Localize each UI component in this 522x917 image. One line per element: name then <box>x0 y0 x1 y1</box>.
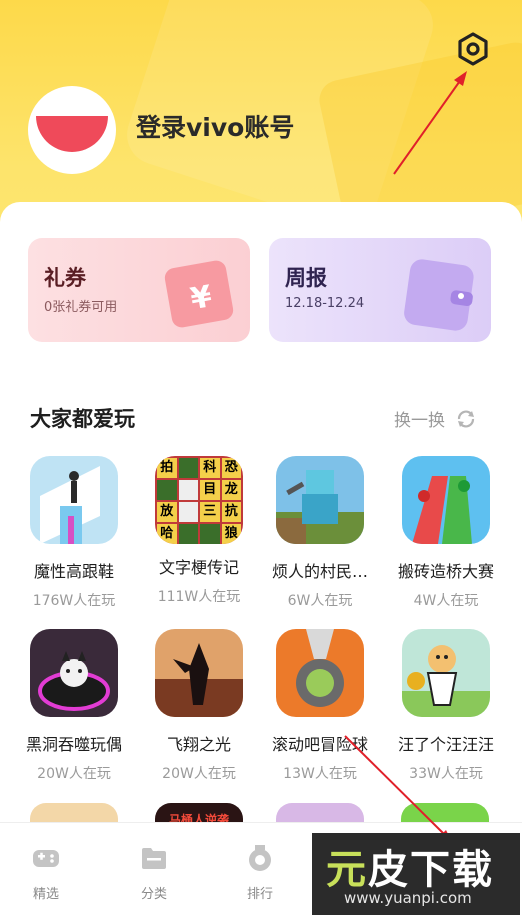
game-name: 黑洞吞噬玩偶 <box>25 735 122 754</box>
wallet-icon <box>404 259 474 331</box>
weekly-subtitle: 12.18-12.24 <box>285 296 365 311</box>
coupon-yen-icon: ¥ <box>164 260 234 328</box>
game-players: 13W人在玩 <box>283 766 357 782</box>
login-link[interactable]: 登录vivo账号 <box>136 108 294 144</box>
refresh-icon <box>457 410 475 427</box>
settings-icon[interactable] <box>456 32 490 66</box>
game-item[interactable]: 搬砖造桥大赛 4W人在玩 <box>383 456 509 610</box>
game-players: 20W人在玩 <box>162 766 236 782</box>
game-icon <box>402 456 490 544</box>
game-players: 6W人在玩 <box>287 593 353 609</box>
game-item[interactable]: 拍 科 恐 目 龙 放 三 抗 哈 狼 文字梗传记 111W人在玩 <box>136 456 262 606</box>
game-icon <box>155 629 243 717</box>
weekly-report-card[interactable]: 周报 12.18-12.24 <box>269 238 491 342</box>
game-name: 搬砖造桥大赛 <box>397 562 494 581</box>
watermark-char: 元 <box>326 847 368 893</box>
coupon-card[interactable]: 礼券 0张礼券可用 ¥ <box>28 238 250 342</box>
game-icon <box>30 456 118 544</box>
game-icon <box>30 629 118 717</box>
game-icon <box>276 456 364 544</box>
watermark-text: 皮下载 <box>368 847 494 893</box>
nav-item-ranking[interactable]: 排行 <box>230 843 290 902</box>
watermark: 元皮下载 www.yuanpi.com <box>312 833 520 915</box>
game-icon <box>402 629 490 717</box>
game-players: 20W人在玩 <box>37 766 111 782</box>
nav-label: 排行 <box>246 887 273 902</box>
nav-item-category[interactable]: 分类 <box>124 843 184 902</box>
watermark-url: www.yuanpi.com <box>344 889 472 907</box>
game-name: 汪了个汪汪汪 <box>397 735 494 754</box>
game-item[interactable]: 魔性高跟鞋 176W人在玩 <box>11 456 137 610</box>
game-players: 176W人在玩 <box>32 593 116 609</box>
game-players: 111W人在玩 <box>157 589 241 605</box>
game-players: 33W人在玩 <box>409 766 483 782</box>
nav-label: 分类 <box>140 887 167 902</box>
game-players: 4W人在玩 <box>413 593 479 609</box>
gamepad-icon <box>33 850 59 867</box>
game-name: 魔性高跟鞋 <box>33 562 114 581</box>
game-name: 烦人的村民… <box>271 562 368 581</box>
game-name: 文字梗传记 <box>158 558 239 577</box>
refresh-label: 换一换 <box>394 411 445 431</box>
game-item[interactable]: 滚动吧冒险球 13W人在玩 <box>257 629 383 783</box>
coupon-title: 礼券 <box>44 266 86 290</box>
game-item[interactable]: 汪了个汪汪汪 33W人在玩 <box>383 629 509 783</box>
game-icon: 拍 科 恐 目 龙 放 三 抗 哈 狼 <box>155 456 243 544</box>
section-title: 大家都爱玩 <box>30 407 135 431</box>
game-item[interactable]: 黑洞吞噬玩偶 20W人在玩 <box>11 629 137 783</box>
nav-item-featured[interactable]: 精选 <box>16 843 76 902</box>
game-name: 飞翔之光 <box>166 735 231 754</box>
medal-icon <box>249 845 271 871</box>
game-icon <box>276 629 364 717</box>
coupon-subtitle: 0张礼券可用 <box>44 300 118 315</box>
game-name: 滚动吧冒险球 <box>271 735 368 754</box>
avatar[interactable] <box>28 86 116 174</box>
refresh-button[interactable]: 换一换 <box>394 406 477 431</box>
weekly-title: 周报 <box>285 266 327 290</box>
folder-icon <box>142 848 166 869</box>
nav-label: 精选 <box>32 887 59 902</box>
game-item[interactable]: 烦人的村民… 6W人在玩 <box>257 456 383 610</box>
game-item[interactable]: 飞翔之光 20W人在玩 <box>136 629 262 783</box>
